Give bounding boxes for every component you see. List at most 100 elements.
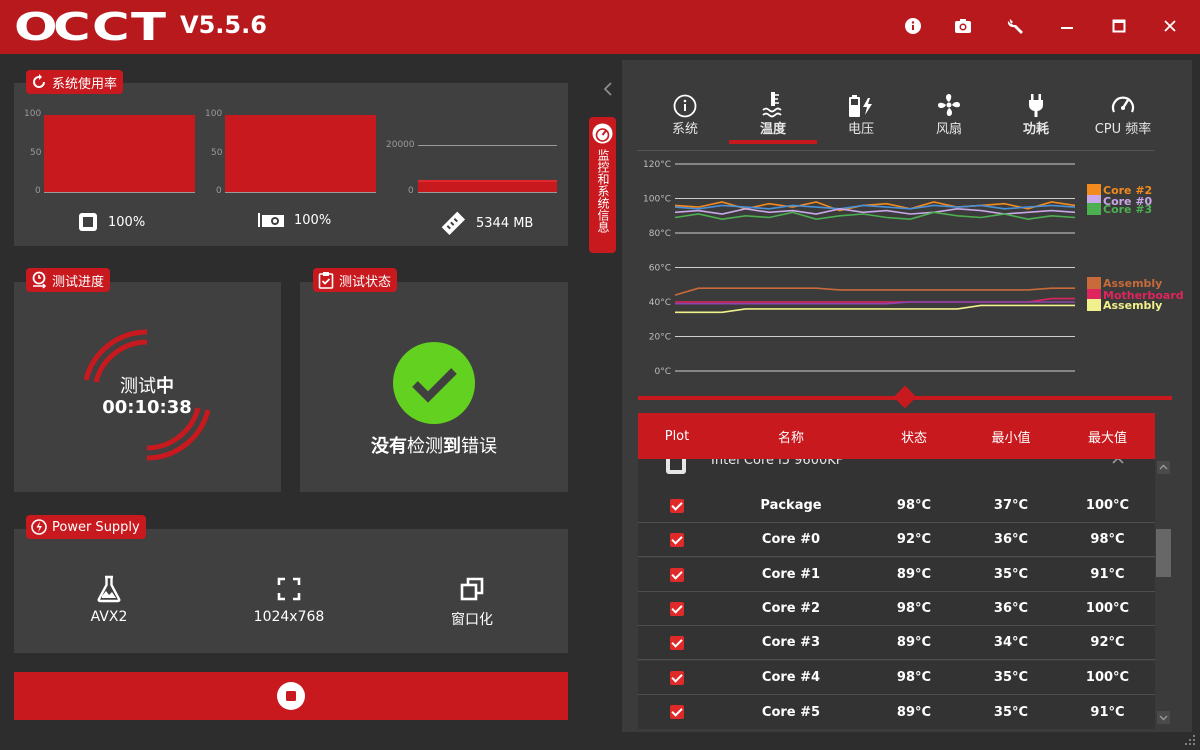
thermometer-icon — [762, 92, 782, 118]
power-item-label: AVX2 — [90, 609, 128, 625]
plot-checkbox[interactable] — [670, 498, 684, 513]
ram-usage-chart — [418, 145, 557, 193]
column-header-max[interactable]: 最大值 — [1060, 427, 1155, 446]
sensor-status: 98°C — [896, 601, 932, 616]
cpu-usage-chart — [44, 115, 195, 193]
temperature-chart: 120°C100°C80°C60°C40°C20°C0°CCore #2Core… — [643, 160, 1184, 377]
monitoring-side-tab[interactable]: 监控和系统信息 — [589, 117, 616, 253]
progress-status-bold: 中 — [156, 376, 174, 397]
plot-checkbox[interactable] — [670, 635, 684, 650]
tab-fan[interactable]: 风扇 — [909, 90, 989, 137]
camera-icon — [955, 19, 971, 33]
sensor-group-row[interactable]: Intel Core i5 9600KF — [638, 459, 1155, 489]
column-header-status[interactable]: 状态 — [866, 427, 962, 446]
table-row[interactable]: Core #0 92°C 36°C 98°C — [638, 523, 1155, 557]
progress-title-tag: 测试进度 — [26, 268, 111, 292]
table-scrollbar[interactable] — [1155, 459, 1172, 727]
settings-button[interactable] — [1003, 13, 1029, 39]
battery-icon — [849, 95, 872, 117]
series-line — [674, 207, 1076, 215]
info-button[interactable] — [900, 13, 926, 39]
power-item-label: 1024x768 — [253, 609, 325, 625]
table-row[interactable]: Core #5 89°C 35°C 91°C — [638, 695, 1155, 729]
status-msg-part: 错误 — [461, 436, 497, 457]
column-header-name[interactable]: 名称 — [716, 427, 866, 446]
column-header-min[interactable]: 最小值 — [962, 427, 1060, 446]
sensor-max: 98°C — [1090, 532, 1125, 547]
refresh-icon — [33, 74, 45, 88]
legend-swatch — [1087, 277, 1101, 289]
plot-checkbox[interactable] — [670, 705, 684, 719]
sensor-min: 35°C — [993, 567, 1029, 582]
sensor-status: 98°C — [896, 498, 932, 513]
tab-power[interactable]: 功耗 — [996, 90, 1076, 137]
sensor-max: 91°C — [1090, 567, 1125, 582]
close-button[interactable] — [1157, 13, 1183, 39]
gpu-icon — [258, 213, 284, 227]
legend-label: Assembly — [1103, 299, 1162, 312]
table-row[interactable]: Core #3 89°C 34°C 92°C — [638, 626, 1155, 660]
info-icon — [673, 94, 697, 118]
ram-usage-value: 5344 MB — [476, 215, 534, 231]
sensor-max: 100°C — [1085, 498, 1130, 513]
maximize-button[interactable] — [1106, 13, 1132, 39]
legend-label: Core #3 — [1103, 203, 1152, 216]
collapse-panel-button[interactable] — [601, 80, 615, 98]
resize-grip-icon[interactable] — [1184, 734, 1196, 746]
wrench-icon — [1007, 19, 1023, 34]
axis-tick: 0 — [408, 186, 414, 196]
ram-usage-fill — [418, 179, 557, 192]
legend-swatch — [1087, 203, 1101, 215]
scroll-thumb[interactable] — [1156, 529, 1171, 577]
sensor-max: 100°C — [1085, 670, 1130, 685]
table-row[interactable]: Core #4 98°C 35°C 100°C — [638, 661, 1155, 695]
clipboard-check-icon — [318, 272, 334, 289]
sensor-status: 98°C — [896, 670, 932, 685]
tab-temperature[interactable]: 温度 — [733, 90, 813, 137]
check-circle-icon — [393, 342, 475, 424]
info-icon — [905, 18, 921, 34]
tab-voltage[interactable]: 电压 — [821, 90, 901, 137]
chevron-left-icon — [603, 82, 612, 96]
column-header-plot[interactable]: Plot — [638, 429, 716, 444]
scroll-up-icon[interactable] — [1157, 461, 1170, 474]
plug-icon — [1029, 94, 1043, 117]
tab-label: 电压 — [847, 122, 874, 137]
axis-tick: 50 — [211, 148, 223, 158]
speedometer-icon — [592, 123, 613, 144]
ram-usage-label: 5344 MB — [440, 210, 533, 236]
status-message: 没有检测到错误 — [300, 432, 568, 458]
stopwatch-icon — [32, 271, 47, 289]
power-item-resolution: 1024x768 — [249, 575, 329, 625]
windowed-icon — [460, 577, 484, 601]
tab-label: 系统 — [671, 122, 698, 137]
table-row[interactable]: Core #1 89°C 35°C 91°C — [638, 558, 1155, 592]
minimize-button[interactable] — [1054, 13, 1080, 39]
active-tab-indicator — [729, 140, 817, 144]
tab-system[interactable]: 系统 — [645, 90, 725, 137]
plot-checkbox[interactable] — [670, 567, 684, 582]
sensor-name: Core #4 — [761, 670, 821, 685]
tab-cpu-frequency[interactable]: CPU 频率 — [1083, 90, 1163, 137]
chevron-up-icon — [1112, 459, 1124, 464]
close-icon — [1164, 20, 1176, 32]
power-item-window-mode: 窗口化 — [432, 575, 512, 629]
plot-checkbox[interactable] — [670, 601, 684, 616]
status-msg-part: 到 — [443, 436, 461, 457]
cpu-icon — [79, 213, 97, 231]
series-line — [675, 304, 1075, 314]
stop-test-button[interactable] — [14, 672, 568, 720]
status-msg-part: 没有 — [371, 436, 407, 457]
scroll-down-icon[interactable] — [1157, 711, 1170, 724]
sensor-min: 36°C — [993, 601, 1029, 616]
table-row[interactable]: Package 98°C 37°C 100°C — [638, 489, 1155, 523]
screenshot-button[interactable] — [950, 13, 976, 39]
side-tab-label: 监控和系统信息 — [596, 149, 610, 233]
table-row[interactable]: Core #2 98°C 36°C 100°C — [638, 592, 1155, 626]
sensor-min: 34°C — [993, 635, 1029, 650]
sensor-min: 35°C — [993, 704, 1029, 720]
plot-checkbox[interactable] — [670, 670, 684, 685]
plot-checkbox[interactable] — [670, 532, 684, 547]
y-tick-label: 0°C — [654, 367, 671, 377]
axis-tick: 50 — [30, 148, 42, 158]
